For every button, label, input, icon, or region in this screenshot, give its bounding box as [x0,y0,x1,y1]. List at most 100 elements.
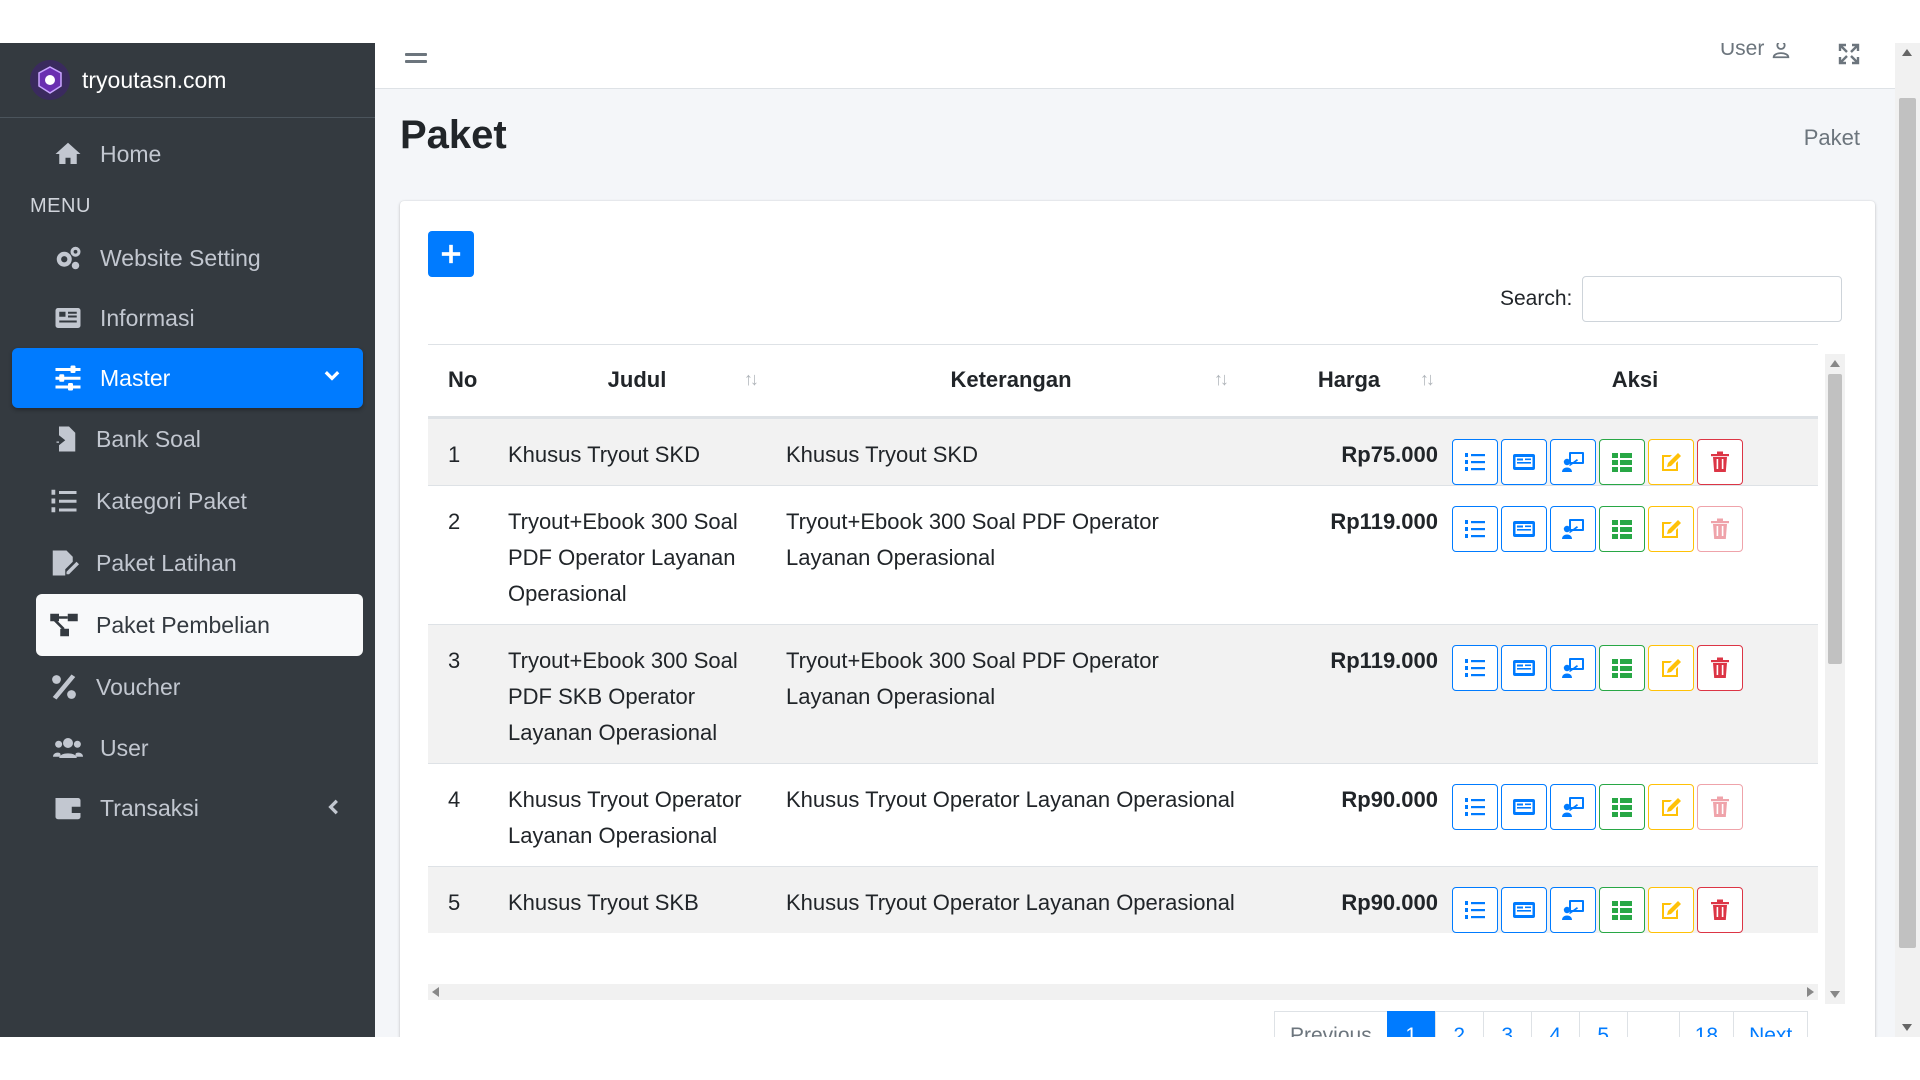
view-card-button[interactable] [1501,644,1547,691]
view-card-button[interactable] [1501,886,1547,933]
trash-icon [1708,656,1732,680]
table-row: 1 Khusus Tryout SKD Khusus Tryout SKD Rp75.… [428,416,1818,485]
brand-link[interactable]: tryoutasn.com [0,43,375,118]
assign-button[interactable] [1550,505,1596,552]
cell-aksi [1452,762,1818,866]
sort-icon: ↑↓ [1214,369,1229,389]
pagination-page[interactable]: 1 [1386,1011,1436,1037]
table-button[interactable] [1599,783,1645,830]
delete-button[interactable] [1697,505,1743,552]
action-buttons [1452,644,1818,691]
delete-button[interactable] [1697,438,1743,485]
pagination-ellipsis: … [1626,1011,1680,1037]
column-header-no[interactable]: No [428,345,498,419]
edit-button[interactable] [1648,438,1694,485]
sidebar-item-label: Paket Pembelian [96,611,270,638]
table-horizontal-scrollbar[interactable] [428,984,1818,1000]
id-card-icon [1512,450,1536,474]
cell-judul: Khusus Tryout Operator Layanan Operasion… [498,762,776,866]
detail-list-button[interactable] [1452,644,1498,691]
detail-list-button[interactable] [1452,438,1498,485]
cell-harga: Rp90.000 [1246,762,1452,866]
cell-judul: Khusus Tryout SKB [498,865,776,933]
sidebar-item-kategori-paket[interactable]: Kategori Paket [36,470,363,532]
table-button[interactable] [1599,644,1645,691]
sidebar-item-website-setting[interactable]: Website Setting [12,228,363,288]
table-scroll-area: No Judul ↑↓ Keterangan ↑↓ Harga ↑↓ Aksi 1 Kh… [428,344,1818,984]
sidebar-item-transaksi[interactable]: Transaksi [12,778,363,838]
action-buttons [1452,886,1818,933]
sidebar-item-paket-pembelian[interactable]: Paket Pembelian [36,594,363,656]
id-card-icon [1512,517,1536,541]
delete-button[interactable] [1697,783,1743,830]
edit-button[interactable] [1648,644,1694,691]
edit-button[interactable] [1648,505,1694,552]
top-navbar: User [375,43,1920,89]
column-header-judul[interactable]: Judul ↑↓ [498,345,776,419]
add-paket-button[interactable] [428,231,474,277]
assign-button[interactable] [1550,438,1596,485]
page-vertical-scrollbar[interactable] [1895,43,1920,1037]
cell-keterangan: Khusus Tryout Operator Layanan Operasion… [776,865,1246,933]
assign-button[interactable] [1550,886,1596,933]
cell-keterangan: Khusus Tryout Operator Layanan Operasion… [776,762,1246,866]
user-menu[interactable]: User [1720,43,1792,60]
sidebar-item-voucher[interactable]: Voucher [36,656,363,718]
sidebar-item-user[interactable]: User [12,718,363,778]
sidebar-item-label: Website Setting [100,244,261,271]
table-icon [1610,517,1634,541]
table-button[interactable] [1599,886,1645,933]
delete-button[interactable] [1697,886,1743,933]
app-window: tryoutasn.com Home MENU Website Setting [0,0,1920,1080]
assign-button[interactable] [1550,644,1596,691]
sidebar-item-informasi[interactable]: Informasi [12,288,363,348]
hamburger-menu-icon[interactable] [405,49,431,75]
sidebar-item-paket-latihan[interactable]: Paket Latihan [36,532,363,594]
trash-icon [1708,898,1732,922]
pagination-page[interactable]: 5 [1578,1011,1628,1037]
home-icon [52,138,84,170]
sidebar-item-home[interactable]: Home [12,124,363,184]
column-header-harga[interactable]: Harga ↑↓ [1246,345,1452,419]
detail-list-button[interactable] [1452,886,1498,933]
sidebar-item-bank-soal[interactable]: Bank Soal [36,408,363,470]
table-vertical-scrollbar[interactable] [1825,354,1845,1004]
table-body: 1 Khusus Tryout SKD Khusus Tryout SKD Rp75.… [428,416,1818,933]
sidebar-item-master[interactable]: Master [12,348,363,408]
sidebar-item-label: Voucher [96,673,181,700]
breadcrumb[interactable]: Paket [1804,125,1860,151]
cell-no: 3 [428,623,498,763]
column-header-keterangan[interactable]: Keterangan ↑↓ [776,345,1246,419]
table-button[interactable] [1599,438,1645,485]
pagination-page[interactable]: 4 [1530,1011,1580,1037]
edit-button[interactable] [1648,783,1694,830]
chevron-left-icon [321,796,343,818]
edit-button[interactable] [1648,886,1694,933]
pagination-previous[interactable]: Previous [1274,1011,1388,1037]
detail-list-button[interactable] [1452,505,1498,552]
table-icon [1610,795,1634,819]
pagination-page[interactable]: 18 [1678,1011,1735,1037]
table-button[interactable] [1599,505,1645,552]
pagination: Previous 1 2 3 4 5 … 18 Next [1274,1011,1809,1037]
cell-no: 5 [428,865,498,933]
users-icon [52,732,84,764]
pagination-page[interactable]: 2 [1434,1011,1484,1037]
detail-list-button[interactable] [1452,783,1498,830]
cell-no: 2 [428,484,498,624]
fullscreen-icon[interactable] [1837,43,1861,66]
id-card-icon [1512,656,1536,680]
delete-button[interactable] [1697,644,1743,691]
view-card-button[interactable] [1501,783,1547,830]
view-card-button[interactable] [1501,438,1547,485]
edit-icon [1659,517,1683,541]
list-icon [1463,517,1487,541]
search-input[interactable] [1582,276,1843,322]
pagination-page[interactable]: 3 [1482,1011,1532,1037]
view-card-button[interactable] [1501,505,1547,552]
assign-button[interactable] [1550,783,1596,830]
paket-card: Search: No Judul ↑↓ Keterangan ↑↓ Harga ↑↓ … [400,201,1875,1037]
pagination-next[interactable]: Next [1733,1011,1809,1037]
edit-icon [1659,898,1683,922]
cell-keterangan: Khusus Tryout SKD [776,416,1246,485]
